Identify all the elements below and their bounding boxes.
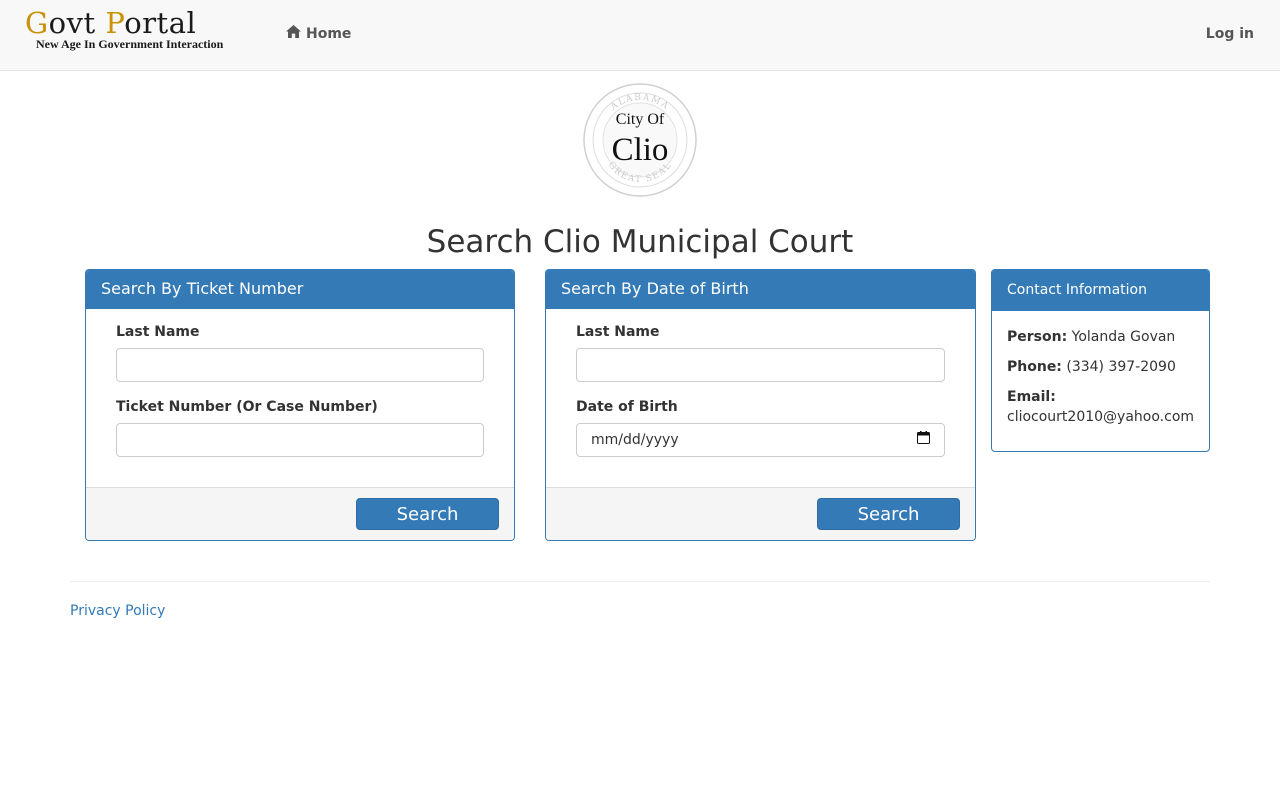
ticket-last-name-input[interactable] xyxy=(116,348,484,382)
dob-date-input[interactable]: mm/dd/yyyy xyxy=(576,423,945,457)
home-icon xyxy=(286,25,306,42)
contact-phone-value: (334) 397-2090 xyxy=(1066,359,1176,375)
contact-panel: Contact Information Person: Yolanda Gova… xyxy=(991,269,1210,452)
contact-person-label: Person: xyxy=(1007,329,1068,345)
navbar: Govt Portal New Age In Government Intera… xyxy=(0,0,1280,71)
seal-city-name: Clio xyxy=(612,132,669,168)
nav-home-link[interactable]: Home xyxy=(286,25,351,42)
calendar-icon[interactable] xyxy=(917,424,930,456)
dob-panel-footer: Search xyxy=(546,487,975,540)
contact-phone: Phone: (334) 397-2090 xyxy=(1007,357,1194,377)
contact-email-label: Email: xyxy=(1007,389,1056,405)
footer-divider xyxy=(70,581,1210,582)
brand-tagline: New Age In Government Interaction xyxy=(36,37,224,51)
contact-person-value: Yolanda Govan xyxy=(1071,329,1176,345)
ticket-last-name-label: Last Name xyxy=(116,324,200,340)
ticket-number-input[interactable] xyxy=(116,423,484,457)
contact-person: Person: Yolanda Govan xyxy=(1007,327,1194,347)
seal-city-of: City Of xyxy=(616,111,665,128)
contact-email-value: cliocourt2010@yahoo.com xyxy=(1007,409,1195,425)
ticket-search-button[interactable]: Search xyxy=(356,498,499,530)
ticket-number-label: Ticket Number (Or Case Number) xyxy=(116,399,378,415)
dob-search-panel: Search By Date of Birth Last Name Date o… xyxy=(545,269,976,541)
contact-panel-heading: Contact Information xyxy=(992,270,1209,311)
privacy-policy-link[interactable]: Privacy Policy xyxy=(70,603,165,619)
login-link[interactable]: Log in xyxy=(1206,26,1254,42)
brand-logo[interactable]: Govt Portal New Age In Government Intera… xyxy=(25,6,223,52)
dob-panel-heading: Search By Date of Birth xyxy=(546,270,975,309)
dob-placeholder: mm/dd/yyyy xyxy=(591,432,679,448)
dob-search-button[interactable]: Search xyxy=(817,498,960,530)
contact-email: Email: cliocourt2010@yahoo.com xyxy=(1007,387,1194,427)
ticket-panel-heading: Search By Ticket Number xyxy=(86,270,514,309)
city-seal: ALABAMA GREAT SEAL City Of Clio xyxy=(582,82,698,198)
page-title: Search Clio Municipal Court xyxy=(426,224,854,260)
dob-label: Date of Birth xyxy=(576,399,678,415)
nav-home-label: Home xyxy=(306,25,352,42)
ticket-search-panel: Search By Ticket Number Last Name Ticket… xyxy=(85,269,515,541)
contact-phone-label: Phone: xyxy=(1007,359,1062,375)
ticket-panel-footer: Search xyxy=(86,487,514,540)
dob-last-name-input[interactable] xyxy=(576,348,945,382)
brand-title: Govt Portal xyxy=(25,6,197,40)
dob-last-name-label: Last Name xyxy=(576,324,660,340)
